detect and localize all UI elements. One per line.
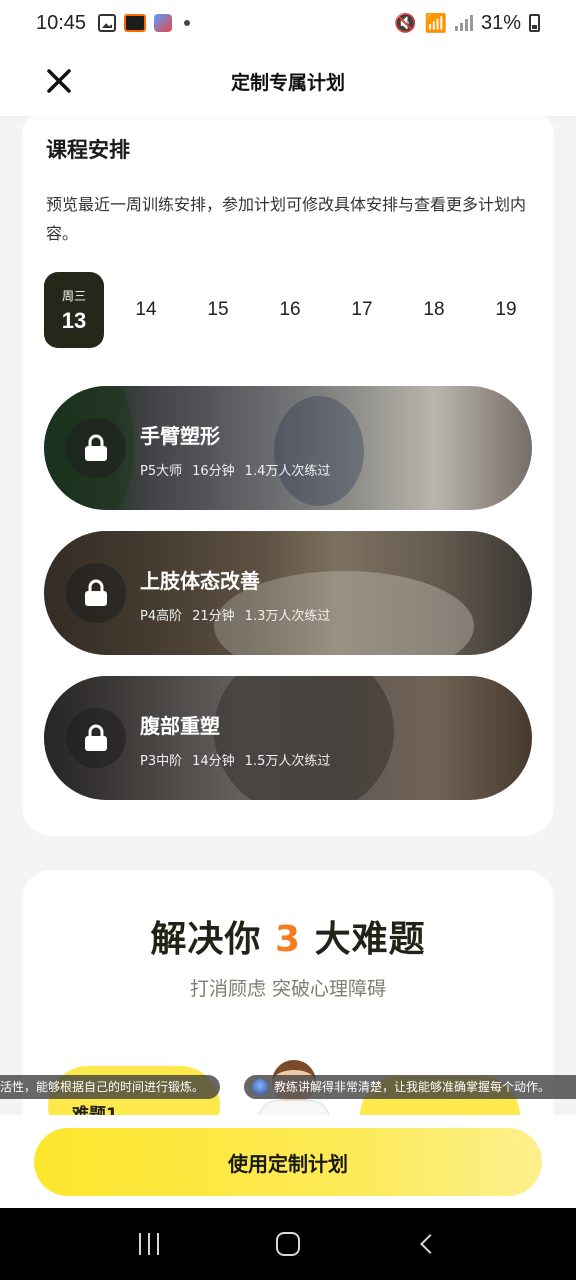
lock-badge [66,563,126,623]
course-meta: P5大师 16分钟 1.4万人次练过 [140,460,330,479]
day-item-13[interactable]: 周三 13 [44,272,104,348]
page-header: 定制专属计划 [0,46,576,116]
mute-icon: 🔇 [394,12,417,33]
course-level: P5大师 [140,464,183,479]
day-item-15[interactable]: 15 [188,272,248,348]
lock-icon [85,579,107,606]
close-button[interactable] [40,62,78,100]
problems-subtitle: 打消顾虑 突破心理障碍 [189,978,387,1000]
problems-title-before: 解决你 [150,919,275,960]
course-duration: 16分钟 [192,464,235,479]
day-number: 19 [495,299,517,320]
course-title: 上肢体态改善 [140,569,260,593]
course-meta: P3中阶 14分钟 1.5万人次练过 [140,750,330,769]
course-card-arm-shaping[interactable]: 手臂塑形 P5大师 16分钟 1.4万人次练过 [44,386,532,510]
more-notifications-dot [184,20,191,26]
day-item-14[interactable]: 14 [116,272,176,348]
gallery-icon [98,14,117,32]
day-item-19[interactable]: 19 [476,272,536,348]
problems-title-after: 大难题 [301,919,426,960]
day-weekday: 周三 [61,288,86,303]
page-title: 定制专属计划 [230,71,345,94]
course-level: P3中阶 [140,754,183,769]
screen-record-icon [124,14,147,32]
day-number: 13 [61,307,87,333]
battery-percent: 31% [480,11,521,34]
comment-toast-right: 教练讲解得非常清楚，让我能够准确掌握每个动作。 [244,1075,576,1099]
course-count: 1.5万人次练过 [244,754,331,769]
day-selector: 周三 13 14 15 16 17 18 19 [42,272,532,348]
close-icon [47,69,71,93]
course-count: 1.3万人次练过 [244,609,331,624]
course-level: P4高阶 [140,609,183,624]
system-nav-bar [0,1208,576,1280]
commenter-avatar-icon [252,1079,268,1095]
recent-apps-button[interactable] [138,1233,159,1255]
status-bar: 10:45 🔇 📶 31% [0,0,576,46]
lock-badge [66,708,126,768]
app-notification-icon [154,14,173,32]
course-title: 腹部重塑 [140,714,220,738]
problems-title: 解决你 3 大难题 [22,910,554,962]
comment-toast-left: 活性，能够根据自己的时间进行锻炼。 [0,1075,220,1099]
course-meta: P4高阶 21分钟 1.3万人次练过 [140,605,330,624]
schedule-card: 课程安排 预览最近一周训练安排，参加计划可修改具体安排与查看更多计划内容。 周三… [22,116,554,836]
bottom-bar: 使用定制计划 [0,1115,576,1208]
day-number: 17 [351,299,373,320]
course-card-upper-posture[interactable]: 上肢体态改善 P4高阶 21分钟 1.3万人次练过 [44,531,532,655]
course-title: 手臂塑形 [140,424,220,448]
lock-icon [85,724,107,751]
course-count: 1.4万人次练过 [244,464,331,479]
day-item-17[interactable]: 17 [332,272,392,348]
day-number: 16 [279,299,301,320]
signal-icon [454,15,473,31]
day-number: 14 [135,299,157,320]
day-number: 15 [207,299,229,320]
lock-icon [85,434,107,461]
day-number: 18 [423,299,445,320]
course-card-abs-reshape[interactable]: 腹部重塑 P3中阶 14分钟 1.5万人次练过 [44,676,532,800]
scroll-content[interactable]: 课程安排 预览最近一周训练安排，参加计划可修改具体安排与查看更多计划内容。 周三… [0,116,576,1208]
use-plan-button[interactable]: 使用定制计划 [34,1128,542,1196]
schedule-title: 课程安排 [46,138,130,162]
lock-badge [66,418,126,478]
course-duration: 14分钟 [192,754,235,769]
day-item-18[interactable]: 18 [404,272,464,348]
home-button[interactable] [275,1232,300,1256]
day-item-16[interactable]: 16 [260,272,320,348]
problems-title-number: 3 [274,919,302,960]
back-button[interactable] [420,1234,441,1254]
comment-text: 教练讲解得非常清楚，让我能够准确掌握每个动作。 [274,1080,551,1094]
battery-icon [529,14,540,32]
status-time: 10:45 [36,11,87,34]
schedule-description: 预览最近一周训练安排，参加计划可修改具体安排与查看更多计划内容。 [46,195,527,243]
course-duration: 21分钟 [192,609,235,624]
wifi-icon: 📶 [424,12,447,33]
